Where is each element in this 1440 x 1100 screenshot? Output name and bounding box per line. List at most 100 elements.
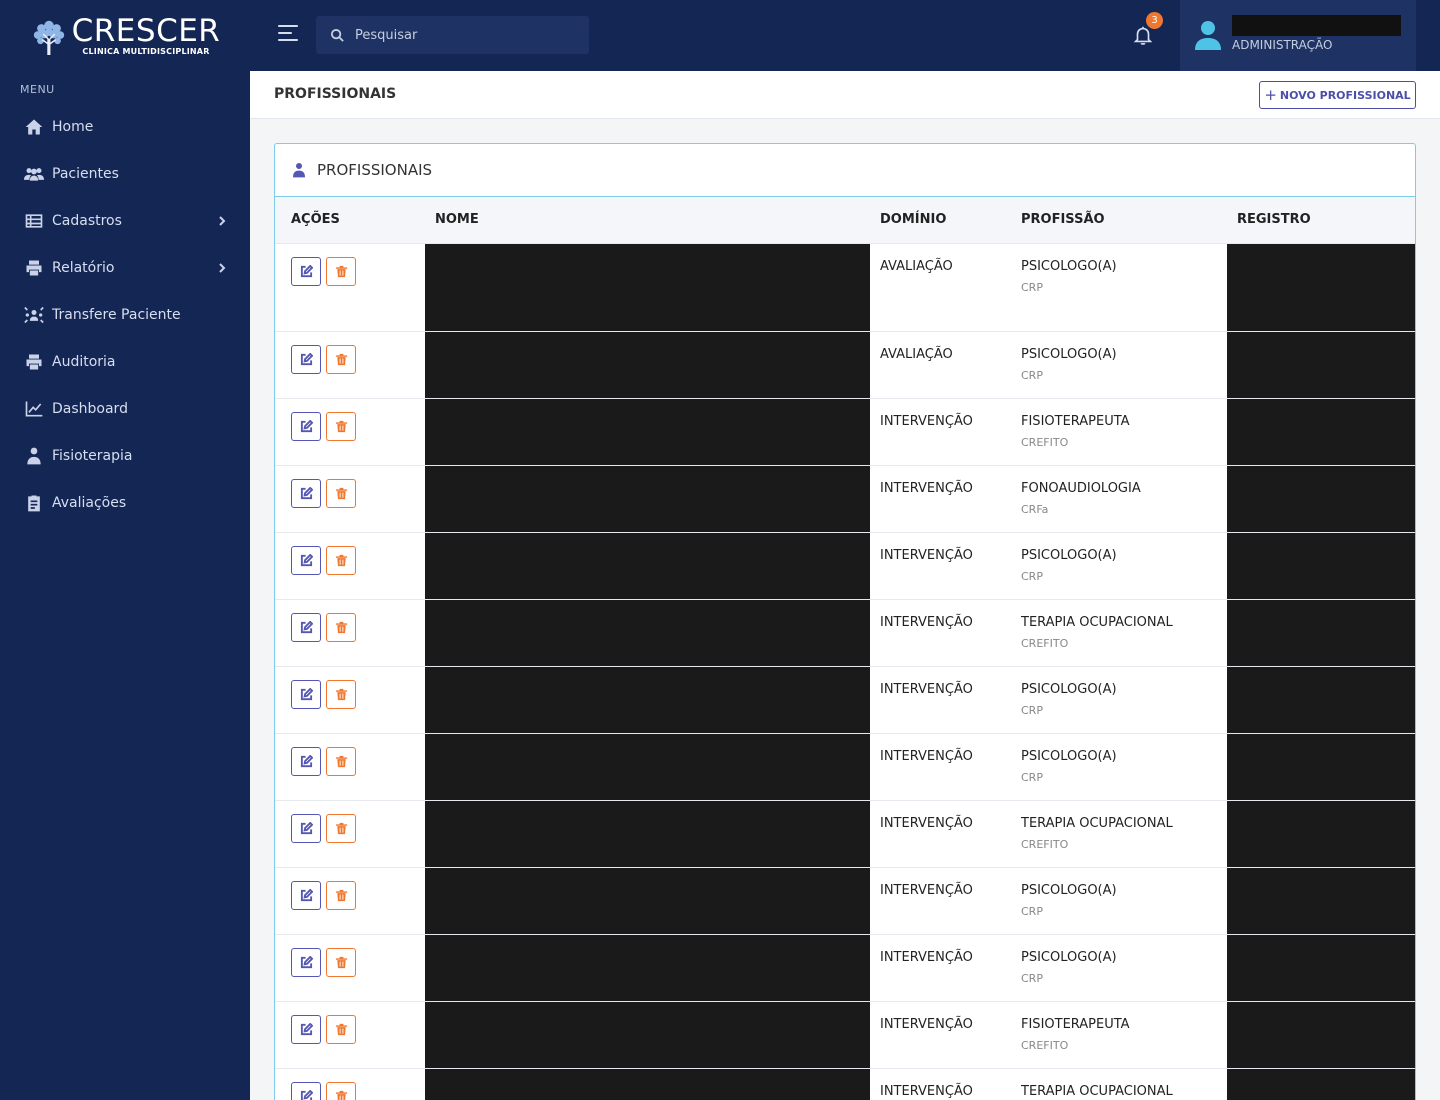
table-body: AVALIAÇÃO PSICOLOGO(A) CRP AVALIAÇÃO PSI…	[275, 243, 1415, 1100]
sidebar-item-label: Fisioterapia	[52, 447, 133, 464]
row-actions	[275, 532, 425, 599]
council-name: CREFITO	[1021, 435, 1069, 449]
delete-button[interactable]	[326, 1014, 356, 1044]
delete-button[interactable]	[326, 947, 356, 977]
table-row: INTERVENÇÃO PSICOLOGO(A) CRP	[275, 733, 1415, 800]
edit-button[interactable]	[291, 612, 321, 642]
edit-button[interactable]	[291, 746, 321, 776]
edit-button[interactable]	[291, 545, 321, 575]
edit-button[interactable]	[291, 256, 321, 286]
column-header-dominio[interactable]: DOMÍNIO	[870, 197, 1011, 243]
table-row: INTERVENÇÃO FONOAUDIOLOGIA CRFa	[275, 465, 1415, 532]
delete-button[interactable]	[326, 411, 356, 441]
trash-icon	[335, 420, 347, 432]
name-cell-redacted	[425, 398, 870, 465]
row-actions	[275, 599, 425, 666]
row-actions	[275, 331, 425, 398]
registry-cell-redacted	[1227, 243, 1415, 331]
sidebar-item-home[interactable]: Home	[0, 103, 250, 150]
profession-cell: PSICOLOGO(A) CRP	[1011, 867, 1227, 934]
edit-button[interactable]	[291, 880, 321, 910]
trash-icon	[335, 755, 347, 767]
new-professional-button[interactable]: + NOVO PROFISSIONAL	[1259, 81, 1416, 109]
user-name-redacted	[1232, 15, 1401, 36]
edit-button[interactable]	[291, 947, 321, 977]
sidebar-item-relatorio[interactable]: Relatório	[0, 244, 250, 291]
delete-button[interactable]	[326, 746, 356, 776]
sidebar-item-fisioterapia[interactable]: Fisioterapia	[0, 432, 250, 479]
edit-button[interactable]	[291, 344, 321, 374]
sidebar-item-auditoria[interactable]: Auditoria	[0, 338, 250, 385]
domain-cell: AVALIAÇÃO	[880, 258, 953, 274]
edit-icon	[300, 888, 313, 901]
sidebar-item-dashboard[interactable]: Dashboard	[0, 385, 250, 432]
sidebar-item-pacientes[interactable]: Pacientes	[0, 150, 250, 197]
registry-cell-redacted	[1227, 331, 1415, 398]
column-header-profissao[interactable]: PROFISSÃO	[1011, 197, 1227, 243]
profession-cell: FISIOTERAPEUTA CREFITO	[1011, 1001, 1227, 1068]
printer-icon	[24, 352, 44, 372]
edit-button[interactable]	[291, 478, 321, 508]
table-row: INTERVENÇÃO TERAPIA OCUPACIONAL CREFITO	[275, 599, 1415, 666]
profession-name: TERAPIA OCUPACIONAL	[1021, 815, 1173, 831]
sidebar: CRESCER CLINICA MULTIDISCIPLINAR MENU Ho…	[0, 0, 250, 1100]
search-input[interactable]	[355, 27, 565, 43]
column-header-registro[interactable]: REGISTRO	[1227, 197, 1415, 243]
council-name: CRP	[1021, 280, 1043, 294]
column-header-nome[interactable]: NOME	[425, 197, 870, 243]
delete-button[interactable]	[326, 545, 356, 575]
profession-name: PSICOLOGO(A)	[1021, 346, 1117, 362]
table-row: INTERVENÇÃO PSICOLOGO(A) CRP	[275, 934, 1415, 1001]
delete-button[interactable]	[326, 813, 356, 843]
delete-button[interactable]	[326, 344, 356, 374]
delete-button[interactable]	[326, 256, 356, 286]
delete-button[interactable]	[326, 880, 356, 910]
row-actions	[275, 243, 425, 331]
printer-icon	[24, 258, 44, 278]
edit-button[interactable]	[291, 411, 321, 441]
sidebar-item-label: Relatório	[52, 259, 115, 276]
delete-button[interactable]	[326, 1081, 356, 1100]
doctor-icon	[24, 446, 44, 466]
delete-button[interactable]	[326, 679, 356, 709]
edit-button[interactable]	[291, 1081, 321, 1100]
notifications-button[interactable]: 3	[1132, 12, 1163, 48]
profession-name: PSICOLOGO(A)	[1021, 882, 1117, 898]
brand-name: CRESCER	[71, 12, 221, 49]
row-actions	[275, 733, 425, 800]
trash-icon	[335, 621, 347, 633]
user-menu[interactable]: ADMINISTRAÇÃO	[1180, 0, 1416, 71]
edit-button[interactable]	[291, 813, 321, 843]
profession-cell: TERAPIA OCUPACIONAL CREFITO	[1011, 599, 1227, 666]
name-cell-redacted	[425, 1068, 870, 1100]
card-header: PROFISSIONAIS	[275, 144, 1415, 197]
profession-cell: FISIOTERAPEUTA CREFITO	[1011, 398, 1227, 465]
row-actions	[275, 1001, 425, 1068]
delete-button[interactable]	[326, 478, 356, 508]
sidebar-item-cadastros[interactable]: Cadastros	[0, 197, 250, 244]
sidebar-item-label: Dashboard	[52, 400, 128, 417]
hamburger-menu-icon[interactable]	[278, 25, 300, 45]
brand-logo[interactable]: CRESCER CLINICA MULTIDISCIPLINAR	[0, 0, 250, 71]
profession-name: PSICOLOGO(A)	[1021, 748, 1117, 764]
column-header-acoes[interactable]: AÇÕES	[275, 197, 425, 243]
name-cell-redacted	[425, 465, 870, 532]
sidebar-item-transfere-paciente[interactable]: Transfere Paciente	[0, 291, 250, 338]
chart-line-icon	[24, 399, 44, 419]
registry-cell-redacted	[1227, 1001, 1415, 1068]
search-icon	[330, 28, 344, 42]
trash-icon	[335, 1023, 347, 1035]
edit-icon	[300, 955, 313, 968]
registry-cell-redacted	[1227, 599, 1415, 666]
edit-button[interactable]	[291, 1014, 321, 1044]
chevron-right-icon	[216, 262, 228, 274]
edit-button[interactable]	[291, 679, 321, 709]
sidebar-item-avaliacoes[interactable]: Avaliações	[0, 479, 250, 526]
sidebar-item-label: Transfere Paciente	[52, 306, 181, 323]
user-avatar-icon	[1194, 20, 1222, 50]
table-row: INTERVENÇÃO PSICOLOGO(A) CRP	[275, 867, 1415, 934]
delete-button[interactable]	[326, 612, 356, 642]
row-actions	[275, 465, 425, 532]
domain-cell: INTERVENÇÃO	[880, 882, 973, 898]
registry-cell-redacted	[1227, 733, 1415, 800]
